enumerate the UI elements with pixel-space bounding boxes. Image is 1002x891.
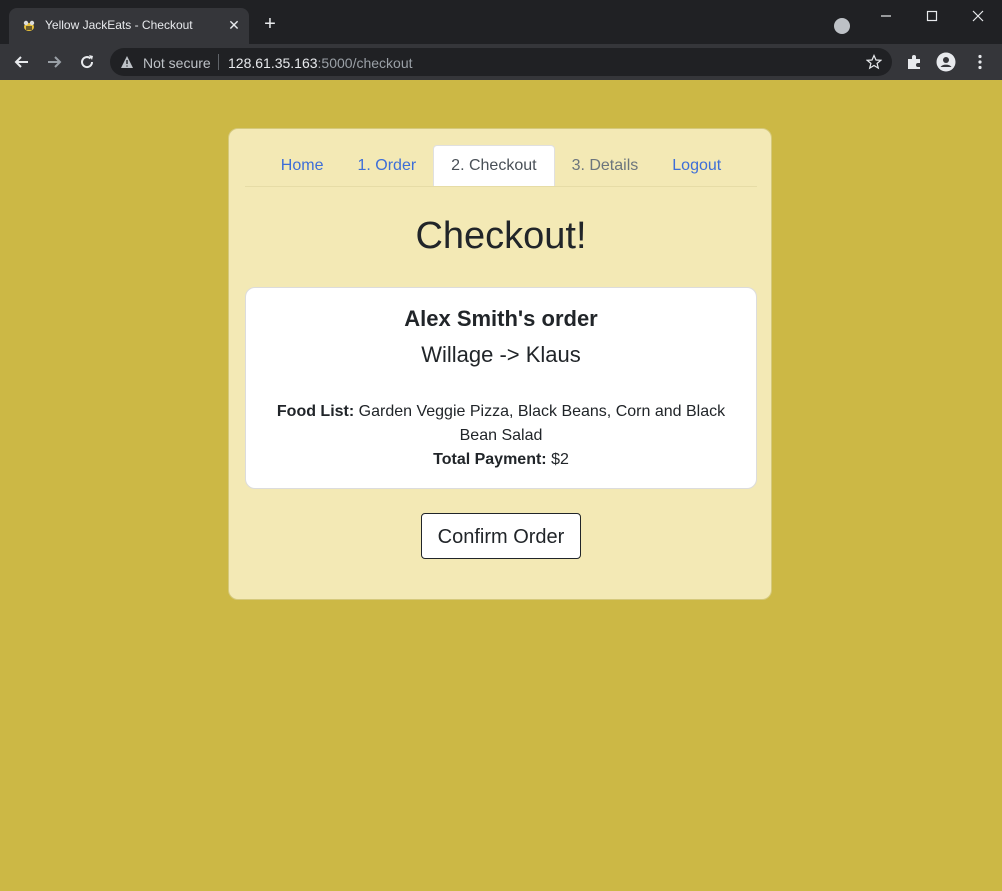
bookmark-star-icon[interactable]: [866, 54, 882, 70]
order-owner: Alex Smith's order: [404, 306, 598, 331]
total-payment: Total Payment: $2: [246, 448, 756, 472]
url-path: :5000/checkout: [317, 55, 413, 71]
confirm-order-button[interactable]: Confirm Order: [421, 513, 581, 559]
security-status[interactable]: Not secure: [143, 55, 211, 71]
new-tab-icon[interactable]: +: [262, 14, 278, 34]
nav-tab-details: 3. Details: [571, 157, 639, 174]
yellow-jacket-favicon-icon: [23, 20, 35, 31]
forward-arrow-icon[interactable]: [44, 52, 64, 72]
total-payment-label: Total Payment:: [433, 451, 547, 468]
kebab-menu-icon[interactable]: [970, 52, 990, 72]
food-list-label: Food List:: [276, 403, 355, 420]
total-payment-value: $2: [551, 451, 569, 468]
tab-search-icon[interactable]: [834, 18, 850, 34]
page-title: Checkout!: [415, 215, 587, 257]
reload-icon[interactable]: [77, 52, 97, 72]
warning-icon[interactable]: [120, 55, 134, 69]
nav-tabs: Home 1. Order 2. Checkout 3. Details Log…: [245, 145, 757, 187]
close-window-icon[interactable]: [970, 8, 986, 24]
minimize-icon[interactable]: [878, 8, 894, 24]
profile-avatar-icon[interactable]: [936, 52, 956, 72]
food-list: Food List: Garden Veggie Pizza, Black Be…: [262, 400, 740, 448]
page-viewport: Home 1. Order 2. Checkout 3. Details Log…: [0, 80, 1002, 891]
nav-tab-logout[interactable]: Logout: [655, 145, 738, 186]
nav-tab-checkout[interactable]: 2. Checkout: [433, 145, 555, 186]
omnibox-divider: [218, 54, 219, 70]
extensions-puzzle-icon[interactable]: [904, 52, 924, 72]
browser-toolbar: Not secure 128.61.35.163:5000/checkout: [0, 44, 1002, 80]
tab-title: Yellow JackEats - Checkout: [45, 18, 193, 32]
address-bar[interactable]: Not secure 128.61.35.163:5000/checkout: [110, 48, 892, 76]
browser-titlebar: Yellow JackEats - Checkout ✕ +: [0, 0, 1002, 44]
order-summary: Alex Smith's order Willage -> Klaus Food…: [245, 287, 757, 489]
nav-tab-order[interactable]: 1. Order: [340, 145, 433, 186]
url-text[interactable]: 128.61.35.163:5000/checkout: [228, 55, 413, 71]
food-list-value: Garden Veggie Pizza, Black Beans, Corn a…: [358, 403, 726, 444]
url-host: 128.61.35.163: [228, 55, 318, 71]
back-arrow-icon[interactable]: [12, 52, 32, 72]
nav-tab-home[interactable]: Home: [264, 145, 341, 186]
order-route: Willage -> Klaus: [421, 342, 581, 367]
browser-tab[interactable]: Yellow JackEats - Checkout ✕: [9, 8, 249, 44]
checkout-card: Home 1. Order 2. Checkout 3. Details Log…: [228, 128, 772, 600]
tab-close-icon[interactable]: ✕: [227, 18, 241, 32]
maximize-icon[interactable]: [924, 8, 940, 24]
